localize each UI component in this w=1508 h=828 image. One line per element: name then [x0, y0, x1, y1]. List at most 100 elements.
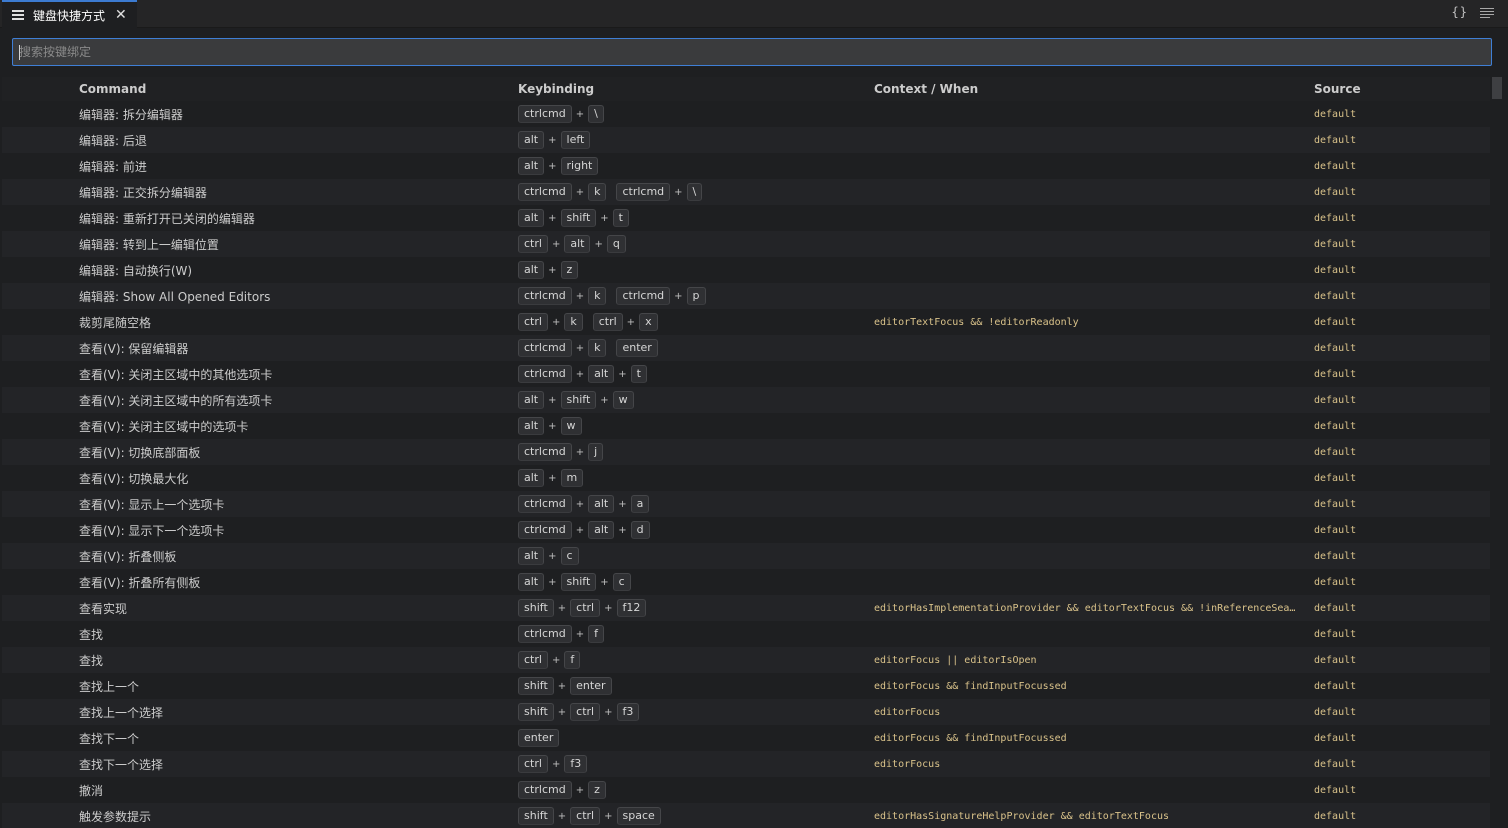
column-header-keybinding[interactable]: Keybinding: [518, 82, 874, 96]
table-row[interactable]: 编辑器: 前进 alt + right default: [2, 153, 1490, 179]
table-row[interactable]: 撤消 ctrlcmd + z default: [2, 777, 1490, 803]
table-row[interactable]: 编辑器: 拆分编辑器 ctrlcmd + \ default: [2, 101, 1490, 127]
table-row[interactable]: 查看(V): 关闭主区域中的其他选项卡 ctrlcmd + alt + t default: [2, 361, 1490, 387]
table-row[interactable]: 查看(V): 显示下一个选项卡 ctrlcmd + alt + d default: [2, 517, 1490, 543]
keybinding-cell: shift + enter: [518, 677, 874, 695]
keybinding-cell: ctrlcmd + f: [518, 625, 874, 643]
table-row[interactable]: 触发参数提示 shift + ctrl + space editorHasSignature…: [2, 803, 1490, 828]
source-cell: default: [1314, 446, 1357, 458]
table-header: Command Keybinding Context / When Source: [2, 77, 1490, 101]
table-row[interactable]: 编辑器: Show All Opened Editors ctrlcmd + k ctr…: [2, 283, 1490, 309]
search-input[interactable]: [13, 39, 1491, 65]
plus-separator: +: [551, 758, 561, 770]
table-row[interactable]: 查看(V): 显示上一个选项卡 ctrlcmd + alt + a default: [2, 491, 1490, 517]
command-cell: 编辑器: 转到上一编辑位置: [79, 237, 219, 252]
key-cap: alt: [518, 131, 545, 149]
column-header-command[interactable]: Command: [2, 82, 518, 96]
source-cell: default: [1314, 264, 1357, 276]
plus-separator: +: [604, 706, 613, 718]
keybinding-cell: alt + shift + t: [518, 209, 874, 227]
table-row[interactable]: 查看(V): 关闭主区域中的选项卡 alt + w default: [2, 413, 1490, 439]
keybinding-cell: shift + ctrl + f3: [518, 703, 874, 721]
table-row[interactable]: 编辑器: 正交拆分编辑器 ctrlcmd + k ctrlcmd + \ default: [2, 179, 1490, 205]
keybinding-cell: ctrlcmd + k ctrlcmd + p: [518, 287, 874, 305]
key-cap: f12: [616, 599, 647, 617]
table-row[interactable]: 查看(V): 关闭主区域中的所有选项卡 alt + shift + w default: [2, 387, 1490, 413]
menu-icon: [12, 10, 24, 20]
key-cap: ctrlcmd: [518, 495, 572, 513]
plus-separator: +: [551, 654, 561, 666]
source-cell: default: [1314, 810, 1357, 822]
scrollbar-thumb[interactable]: [1492, 77, 1502, 99]
plus-separator: +: [674, 186, 683, 198]
table-row[interactable]: 查看(V): 折叠所有侧板 alt + shift + c default: [2, 569, 1490, 595]
table-row[interactable]: 查找下一个选择 ctrl + f3 editorFocus default: [2, 751, 1490, 777]
key-cap: ctrl: [570, 599, 601, 617]
plus-separator: +: [674, 290, 683, 302]
table-row[interactable]: 查找 ctrlcmd + f default: [2, 621, 1490, 647]
tab-keyboard-shortcuts[interactable]: 键盘快捷方式 ✕: [2, 0, 137, 28]
when-cell: editorFocus && findInputFocussed: [874, 732, 1067, 744]
plus-separator: +: [575, 524, 585, 536]
open-json-icon[interactable]: {}: [1452, 5, 1468, 19]
key-chord: alt + shift + w: [518, 391, 634, 409]
plus-separator: +: [548, 550, 557, 562]
key-cap: ctrlcmd: [518, 365, 572, 383]
plus-separator: +: [594, 238, 603, 250]
key-cap: ctrlcmd: [518, 339, 572, 357]
table-row[interactable]: 查找下一个 enter editorFocus && findInputFocuss…: [2, 725, 1490, 751]
source-cell: default: [1314, 238, 1357, 250]
table-row[interactable]: 裁剪尾随空格 ctrl + k ctrl + x editorTextFocus && !ed…: [2, 309, 1490, 335]
keybinding-cell: alt + right: [518, 157, 874, 175]
when-cell: editorTextFocus && !editorReadonly: [874, 316, 1079, 328]
command-cell: 查找上一个选择: [79, 705, 164, 720]
table-row[interactable]: 查找上一个选择 shift + ctrl + f3 editorFocus default: [2, 699, 1490, 725]
command-cell: 查看(V): 保留编辑器: [79, 341, 189, 356]
keybinding-cell: shift + ctrl + f12: [518, 599, 874, 617]
key-cap: ctrlcmd: [518, 625, 572, 643]
when-cell: editorFocus && findInputFocussed: [874, 680, 1067, 692]
key-cap: enter: [518, 729, 560, 747]
table-row[interactable]: 编辑器: 后退 alt + left default: [2, 127, 1490, 153]
keybinding-cell: shift + ctrl + space: [518, 807, 874, 825]
key-cap: \: [686, 183, 703, 201]
table-row[interactable]: 查看(V): 保留编辑器 ctrlcmd + k enter default: [2, 335, 1490, 361]
table-row[interactable]: 查看(V): 切换底部面板 ctrlcmd + j default: [2, 439, 1490, 465]
command-cell: 编辑器: 正交拆分编辑器: [79, 185, 207, 200]
command-cell: 触发参数提示: [79, 809, 152, 824]
list-icon[interactable]: [1480, 7, 1494, 18]
key-chord: ctrlcmd + j: [518, 443, 604, 461]
key-cap: shift: [518, 599, 554, 617]
column-header-when[interactable]: Context / When: [874, 82, 1314, 96]
source-cell: default: [1314, 680, 1357, 692]
plus-separator: +: [575, 342, 585, 354]
plus-separator: +: [557, 810, 567, 822]
table-row[interactable]: 查看(V): 切换最大化 alt + m default: [2, 465, 1490, 491]
plus-separator: +: [548, 420, 557, 432]
key-chord: ctrlcmd + k: [518, 183, 607, 201]
close-icon[interactable]: ✕: [115, 8, 127, 22]
key-cap: ctrlcmd: [616, 183, 671, 201]
keybinding-cell: ctrlcmd + k enter: [518, 339, 874, 357]
column-header-source[interactable]: Source: [1314, 82, 1490, 96]
table-row[interactable]: 查找 ctrl + f editorFocus || editorIsOpen defau…: [2, 647, 1490, 673]
key-chord: shift + enter: [518, 677, 612, 695]
command-cell: 查找: [79, 653, 104, 668]
plus-separator: +: [575, 784, 585, 796]
source-cell: default: [1314, 134, 1357, 146]
command-cell: 查找: [79, 627, 104, 642]
table-row[interactable]: 编辑器: 重新打开已关闭的编辑器 alt + shift + t default: [2, 205, 1490, 231]
command-cell: 查看(V): 关闭主区域中的选项卡: [79, 419, 249, 434]
table-row[interactable]: 查看实现 shift + ctrl + f12 editorHasImplementatio…: [2, 595, 1490, 621]
plus-separator: +: [604, 602, 613, 614]
key-chord: alt + c: [518, 547, 579, 565]
table-row[interactable]: 编辑器: 自动换行(W) alt + z default: [2, 257, 1490, 283]
when-cell: editorHasImplementationProvider && edito…: [874, 602, 1314, 614]
table-row[interactable]: 查看(V): 折叠侧板 alt + c default: [2, 543, 1490, 569]
command-cell: 编辑器: 拆分编辑器: [79, 107, 183, 122]
command-cell: 编辑器: Show All Opened Editors: [79, 289, 271, 304]
table-row[interactable]: 查找上一个 shift + enter editorFocus && findInput…: [2, 673, 1490, 699]
source-cell: default: [1314, 784, 1357, 796]
table-row[interactable]: 编辑器: 转到上一编辑位置 ctrl + alt + q default: [2, 231, 1490, 257]
key-cap: ctrl: [518, 755, 548, 773]
